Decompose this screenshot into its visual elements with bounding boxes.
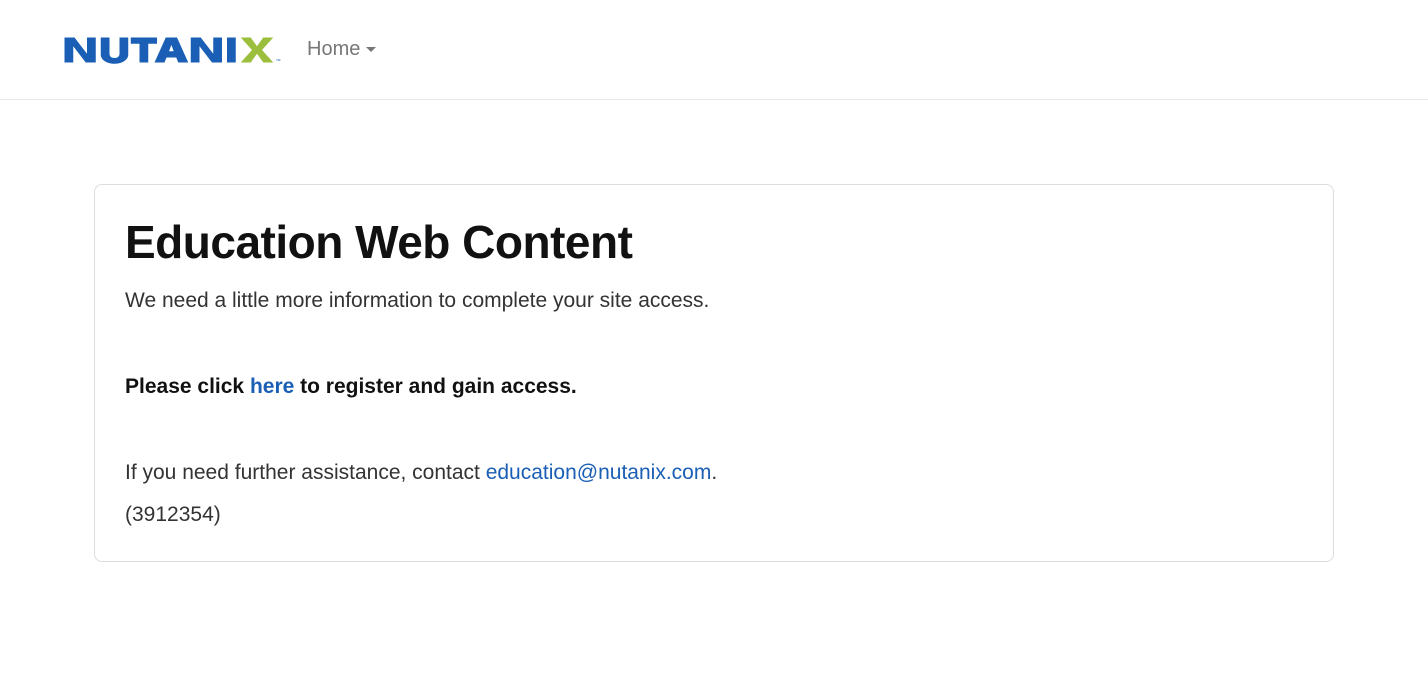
reference-id: (3912354) — [125, 503, 1303, 527]
svg-text:™: ™ — [276, 58, 281, 64]
page-subtitle: We need a little more information to com… — [125, 289, 1303, 313]
brand-logo[interactable]: ™ — [62, 35, 287, 65]
register-instruction: Please click here to register and gain a… — [125, 375, 1303, 399]
nav-home-label: Home — [307, 38, 360, 61]
register-suffix: to register and gain access. — [294, 375, 576, 398]
assistance-line: If you need further assistance, contact … — [125, 461, 1303, 485]
nav-home-dropdown[interactable]: Home — [307, 38, 376, 61]
register-link[interactable]: here — [250, 375, 294, 398]
assist-suffix: . — [711, 461, 717, 484]
navbar-inner: ™ Home — [62, 35, 376, 65]
main-container: Education Web Content We need a little m… — [79, 184, 1349, 562]
content-panel: Education Web Content We need a little m… — [94, 184, 1334, 562]
assist-email-link[interactable]: education@nutanix.com — [486, 461, 712, 484]
assist-prefix: If you need further assistance, contact — [125, 461, 486, 484]
page-title: Education Web Content — [125, 215, 1303, 269]
chevron-down-icon — [366, 47, 376, 52]
register-prefix: Please click — [125, 375, 250, 398]
navbar: ™ Home — [0, 0, 1428, 100]
